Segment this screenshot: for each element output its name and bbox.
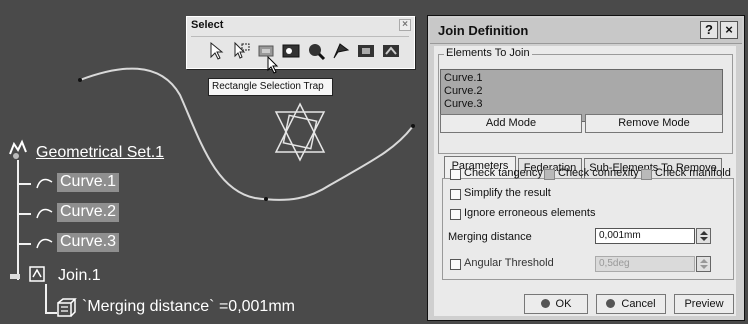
tree-branch-line	[17, 183, 31, 185]
tree-item-curve-2[interactable]: Curve.2	[57, 203, 120, 222]
simplify-result-checkbox[interactable]	[450, 189, 461, 200]
free-hand-trap-icon[interactable]	[330, 40, 352, 62]
cancel-label: Cancel	[621, 298, 656, 310]
curve-icon	[36, 238, 53, 249]
check-manifold-checkbox[interactable]	[641, 169, 652, 180]
tree-item-curve-3[interactable]: Curve.3	[57, 233, 120, 252]
simplify-result-label: Simplify the result	[464, 187, 551, 199]
mouse-cursor-icon	[267, 56, 279, 74]
tree-root-label[interactable]: Geometrical Set.1	[36, 144, 164, 162]
tree-item-curve-1[interactable]: Curve.1	[57, 173, 120, 192]
cancel-icon	[606, 299, 616, 308]
curve-end-point	[411, 124, 415, 128]
list-item[interactable]: Curve.2	[444, 85, 483, 97]
merging-distance-spinner[interactable]	[696, 228, 711, 244]
angular-threshold-spinner[interactable]	[696, 256, 711, 272]
join-icon	[10, 266, 45, 282]
check-manifold-label: Check manifold	[655, 167, 731, 179]
tree-item-merging-parameter[interactable]: `Merging distance` =0,001mm	[82, 298, 295, 316]
select-toolbar-icons	[191, 36, 409, 65]
elements-to-join-label: Elements To Join	[444, 47, 532, 59]
ok-button[interactable]: OK	[524, 294, 588, 314]
angular-threshold-checkbox[interactable]	[450, 259, 461, 270]
join-definition-dialog: Join Definition ? × Elements To Join Cur…	[427, 15, 745, 321]
check-tangency-checkbox[interactable]	[450, 169, 461, 180]
outside-rectangle-trap-icon[interactable]	[355, 40, 377, 62]
merging-distance-label: Merging distance	[448, 231, 532, 243]
curve-icon	[36, 208, 53, 219]
select-toolbar-title[interactable]: Select ×	[187, 17, 414, 34]
3d-viewport[interactable]: Geometrical Set.1 Curve.1 Curve.2 Curve.…	[0, 0, 748, 324]
merging-distance-input[interactable]: 0,001mm	[595, 228, 695, 244]
curve-start-point	[78, 78, 82, 82]
add-mode-button[interactable]: Add Mode	[440, 114, 582, 133]
list-item[interactable]: Curve.1	[444, 72, 483, 84]
tree-branch-line	[17, 243, 31, 245]
ok-label: OK	[555, 298, 572, 310]
ok-icon	[540, 299, 550, 308]
parameter-icon	[57, 298, 77, 317]
axis-system-icon	[274, 102, 326, 162]
selection-trap-icon[interactable]	[230, 40, 252, 62]
check-connexity-label: Check connexity	[558, 167, 639, 179]
remove-mode-button[interactable]: Remove Mode	[585, 114, 723, 133]
tree-branch-line	[45, 284, 47, 314]
tooltip: Rectangle Selection Trap	[208, 78, 333, 96]
tree-branch-line	[17, 213, 31, 215]
geometrical-set-icon	[9, 139, 27, 159]
intersecting-trap-icon[interactable]	[280, 40, 302, 62]
help-button[interactable]: ?	[700, 21, 718, 39]
close-icon[interactable]: ×	[399, 19, 411, 31]
select-arrow-icon[interactable]	[205, 40, 227, 62]
tree-branch-line	[17, 160, 19, 280]
cancel-button[interactable]: Cancel	[596, 294, 666, 314]
ignore-erroneous-checkbox[interactable]	[450, 209, 461, 220]
dialog-title: Join Definition	[438, 23, 529, 38]
polygon-trap-icon[interactable]	[305, 40, 327, 62]
angular-threshold-label: Angular Threshold	[464, 257, 554, 269]
dialog-titlebar[interactable]: Join Definition ? ×	[430, 18, 742, 44]
intersecting-outside-trap-icon[interactable]	[380, 40, 402, 62]
curve-joint-point	[264, 197, 268, 201]
ignore-erroneous-label: Ignore erroneous elements	[464, 207, 596, 219]
curve-icon	[36, 178, 53, 189]
select-toolbar: Select ×	[186, 16, 415, 69]
angular-threshold-input[interactable]: 0,5deg	[595, 256, 695, 272]
close-button[interactable]: ×	[720, 21, 738, 39]
preview-button[interactable]: Preview	[674, 294, 734, 314]
check-tangency-label: Check tangency	[464, 167, 543, 179]
list-item[interactable]: Curve.3	[444, 98, 483, 110]
tree-item-join[interactable]: Join.1	[58, 267, 101, 285]
check-connexity-checkbox[interactable]	[544, 169, 555, 180]
select-toolbar-title-text: Select	[191, 19, 224, 31]
